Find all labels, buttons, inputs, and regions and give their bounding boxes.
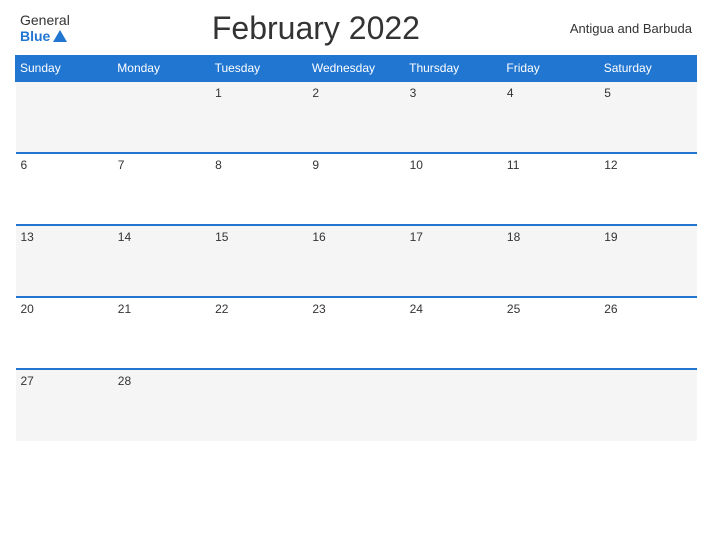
calendar-day: 2 xyxy=(307,81,404,153)
day-number: 9 xyxy=(312,158,319,172)
day-number: 5 xyxy=(604,86,611,100)
calendar-day: 15 xyxy=(210,225,307,297)
calendar-day: 27 xyxy=(16,369,113,441)
calendar-day: 21 xyxy=(113,297,210,369)
month-title: February 2022 xyxy=(70,10,562,47)
calendar-week-3: 13 14 15 16 17 18 19 xyxy=(16,225,697,297)
day-number: 6 xyxy=(21,158,28,172)
calendar-day: 16 xyxy=(307,225,404,297)
calendar-day: 20 xyxy=(16,297,113,369)
day-number: 21 xyxy=(118,302,131,316)
day-number: 8 xyxy=(215,158,222,172)
calendar-day: 17 xyxy=(405,225,502,297)
day-number: 11 xyxy=(507,158,519,172)
day-number: 25 xyxy=(507,302,520,316)
logo-blue-text: Blue xyxy=(20,29,67,44)
day-number: 17 xyxy=(410,230,423,244)
calendar-day: 18 xyxy=(502,225,599,297)
day-number: 4 xyxy=(507,86,514,100)
calendar-week-1: 1 2 3 4 5 xyxy=(16,81,697,153)
calendar-header: General Blue February 2022 Antigua and B… xyxy=(15,10,697,47)
calendar-day: 11 xyxy=(502,153,599,225)
calendar-day: 25 xyxy=(502,297,599,369)
day-number: 20 xyxy=(21,302,34,316)
day-number: 24 xyxy=(410,302,423,316)
day-number: 13 xyxy=(21,230,34,244)
day-number: 22 xyxy=(215,302,228,316)
header-saturday: Saturday xyxy=(599,56,696,82)
day-number: 10 xyxy=(410,158,423,172)
calendar-day: 7 xyxy=(113,153,210,225)
calendar-day xyxy=(113,81,210,153)
header-wednesday: Wednesday xyxy=(307,56,404,82)
calendar-day: 24 xyxy=(405,297,502,369)
calendar-day xyxy=(307,369,404,441)
day-number: 16 xyxy=(312,230,325,244)
calendar-week-4: 20 21 22 23 24 25 26 xyxy=(16,297,697,369)
calendar-day: 4 xyxy=(502,81,599,153)
calendar-day: 14 xyxy=(113,225,210,297)
logo-general-text: General xyxy=(20,13,70,28)
calendar-day: 10 xyxy=(405,153,502,225)
header-sunday: Sunday xyxy=(16,56,113,82)
logo-triangle-icon xyxy=(53,30,67,42)
calendar-container: General Blue February 2022 Antigua and B… xyxy=(0,0,712,550)
calendar-week-5: 27 28 xyxy=(16,369,697,441)
calendar-week-2: 6 7 8 9 10 11 12 xyxy=(16,153,697,225)
day-number: 26 xyxy=(604,302,617,316)
day-number: 2 xyxy=(312,86,319,100)
calendar-day xyxy=(16,81,113,153)
header-monday: Monday xyxy=(113,56,210,82)
day-number: 7 xyxy=(118,158,125,172)
logo: General Blue xyxy=(20,13,70,44)
header-friday: Friday xyxy=(502,56,599,82)
calendar-day: 28 xyxy=(113,369,210,441)
calendar-day: 19 xyxy=(599,225,696,297)
calendar-day: 9 xyxy=(307,153,404,225)
calendar-day: 3 xyxy=(405,81,502,153)
weekday-header-row: Sunday Monday Tuesday Wednesday Thursday… xyxy=(16,56,697,82)
calendar-day: 8 xyxy=(210,153,307,225)
day-number: 14 xyxy=(118,230,131,244)
day-number: 28 xyxy=(118,374,131,388)
calendar-day: 5 xyxy=(599,81,696,153)
day-number: 1 xyxy=(215,86,222,100)
header-tuesday: Tuesday xyxy=(210,56,307,82)
calendar-day: 12 xyxy=(599,153,696,225)
calendar-day xyxy=(502,369,599,441)
country-name: Antigua and Barbuda xyxy=(562,21,692,36)
day-number: 19 xyxy=(604,230,617,244)
day-number: 3 xyxy=(410,86,417,100)
calendar-day: 26 xyxy=(599,297,696,369)
calendar-day xyxy=(210,369,307,441)
day-number: 12 xyxy=(604,158,617,172)
header-thursday: Thursday xyxy=(405,56,502,82)
calendar-day: 13 xyxy=(16,225,113,297)
calendar-day: 1 xyxy=(210,81,307,153)
day-number: 27 xyxy=(21,374,34,388)
day-number: 18 xyxy=(507,230,520,244)
calendar-day xyxy=(599,369,696,441)
calendar-table: Sunday Monday Tuesday Wednesday Thursday… xyxy=(15,55,697,441)
calendar-day: 23 xyxy=(307,297,404,369)
calendar-day: 22 xyxy=(210,297,307,369)
calendar-day xyxy=(405,369,502,441)
calendar-day: 6 xyxy=(16,153,113,225)
day-number: 23 xyxy=(312,302,325,316)
day-number: 15 xyxy=(215,230,228,244)
